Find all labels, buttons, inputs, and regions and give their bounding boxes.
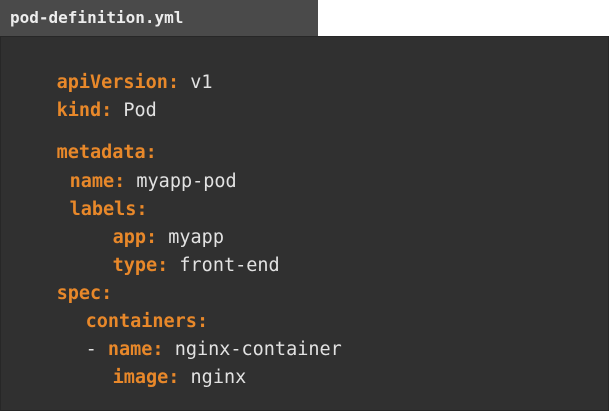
- yaml-line-metadata: metadata:: [12, 117, 157, 163]
- code-editor[interactable]: apiVersion: v1 kind: Pod metadata: name:…: [0, 36, 609, 411]
- yaml-line-containers: containers:: [41, 286, 209, 332]
- yaml-line-app: app: myapp: [68, 202, 224, 248]
- yaml-line-name: name: myapp-pod: [25, 146, 237, 192]
- yaml-key: image: [112, 367, 169, 388]
- yaml-line-labels: labels:: [25, 174, 148, 220]
- file-tab[interactable]: pod-definition.yml: [0, 0, 318, 36]
- yaml-line-image: image: nginx: [68, 342, 247, 388]
- yaml-key: type: [112, 255, 158, 276]
- file-tab-label: pod-definition.yml: [10, 8, 184, 27]
- yaml-line-container-name: - name: nginx-container: [41, 314, 342, 360]
- yaml-value: nginx: [190, 367, 247, 388]
- yaml-line-kind: kind: Pod: [12, 75, 157, 121]
- yaml-value: v1: [190, 72, 213, 93]
- yaml-colon: :: [157, 255, 169, 276]
- yaml-value: front-end: [179, 255, 280, 276]
- yaml-colon: :: [168, 367, 180, 388]
- yaml-line-apiversion: apiVersion: v1: [12, 47, 213, 93]
- yaml-value: myapp-pod: [136, 171, 237, 192]
- yaml-line-type: type: front-end: [68, 230, 280, 276]
- yaml-line-spec: spec:: [12, 258, 113, 304]
- yaml-colon: :: [167, 72, 180, 93]
